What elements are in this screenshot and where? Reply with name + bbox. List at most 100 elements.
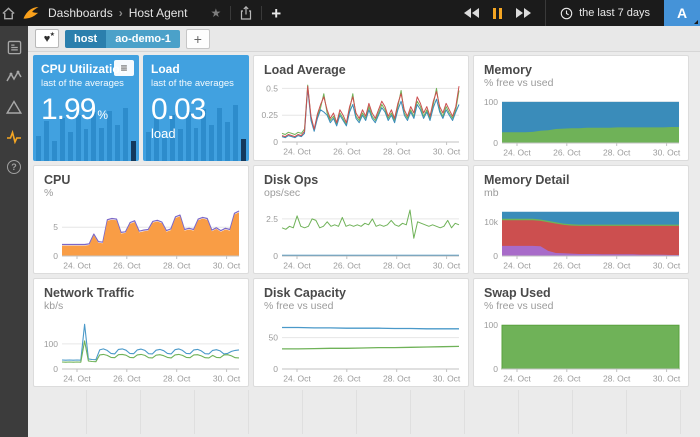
svg-text:0: 0: [493, 251, 498, 261]
time-range-selector[interactable]: the last 7 days: [545, 0, 664, 26]
svg-text:0.5: 0.5: [266, 84, 278, 94]
top-bar: Dashboards › Host Agent ★ + the last 7 d…: [0, 0, 700, 26]
sidebar-item-dashboards[interactable]: [6, 39, 22, 55]
panel-memory[interactable]: Memory % free vs used 0 100 24. Oct 26. Oct…: [473, 55, 689, 161]
swap-used-chart: 010024. Oct26. Oct28. Oct30. Oct: [474, 315, 686, 386]
load-average-chart: 00.250.524. Oct26. Oct28. Oct30. Oct: [254, 78, 466, 159]
home-icon[interactable]: [0, 5, 16, 21]
svg-text:100: 100: [484, 320, 498, 330]
breadcrumb: Dashboards › Host Agent: [48, 6, 187, 20]
svg-text:24. Oct: 24. Oct: [503, 260, 531, 270]
svg-text:30. Oct: 30. Oct: [653, 147, 681, 157]
app-window: Dashboards › Host Agent ★ + the last 7 d…: [0, 0, 700, 437]
svg-text:24. Oct: 24. Oct: [63, 260, 91, 270]
panel-load-average[interactable]: Load Average 00.250.524. Oct26. Oct28. O…: [253, 55, 469, 161]
breadcrumb-current: Host Agent: [129, 6, 188, 20]
sidebar-item-help[interactable]: ?: [6, 159, 22, 175]
share-icon[interactable]: [231, 6, 261, 20]
filter-bar: ♥ ★ host ao-demo-1 +: [28, 26, 700, 52]
panel-subtitle: % free vs used: [484, 77, 678, 90]
cpu-utilization-tile[interactable]: ≡ CPU Utilization last of the averages 1…: [33, 55, 139, 161]
svg-text:5: 5: [53, 222, 58, 232]
memory-detail-chart: 010k24. Oct26. Oct28. Oct30. Oct: [474, 202, 686, 273]
panel-subtitle: kb/s: [44, 300, 238, 313]
topbar-actions: ★ +: [201, 5, 290, 22]
breadcrumb-separator-icon: ›: [119, 6, 123, 20]
tile-subtitle: last of the averages: [151, 78, 241, 89]
svg-text:30. Oct: 30. Oct: [653, 373, 681, 383]
svg-text:24. Oct: 24. Oct: [503, 373, 531, 383]
svg-text:26. Oct: 26. Oct: [333, 373, 361, 383]
svg-text:26. Oct: 26. Oct: [333, 260, 361, 270]
favorite-star-icon[interactable]: ★: [201, 6, 230, 20]
big-number-tiles: ≡ CPU Utilization last of the averages 1…: [33, 55, 249, 161]
svg-text:26. Oct: 26. Oct: [113, 373, 141, 383]
favorite-filter-button[interactable]: ♥ ★: [35, 29, 59, 48]
svg-text:30. Oct: 30. Oct: [653, 260, 681, 270]
svg-text:26. Oct: 26. Oct: [553, 260, 581, 270]
rewind-icon[interactable]: [464, 8, 479, 18]
panel-disk-capacity[interactable]: Disk Capacity % free vs used 05024. Oct2…: [253, 278, 469, 387]
dashboard-grid: ≡ CPU Utilization last of the averages 1…: [33, 55, 700, 387]
network-traffic-chart: 010024. Oct26. Oct28. Oct30. Oct: [34, 315, 246, 386]
load-tile[interactable]: Load last of the averages 0.03 load: [143, 55, 249, 161]
panel-disk-ops[interactable]: Disk Ops ops/sec 02.524. Oct26. Oct28. O…: [253, 165, 469, 274]
svg-text:28. Oct: 28. Oct: [603, 373, 631, 383]
add-dashboard-icon[interactable]: +: [262, 5, 290, 22]
tile-unit: %: [97, 108, 108, 122]
add-filter-button[interactable]: +: [186, 29, 210, 49]
panel-title: Memory Detail: [484, 173, 678, 187]
svg-text:24. Oct: 24. Oct: [283, 147, 311, 157]
memory-chart: 0 100 24. Oct 26. Oct 28. Oct 30. Oct: [474, 92, 686, 160]
panel-cpu[interactable]: CPU % 0524. Oct26. Oct28. Oct30. Oct: [33, 165, 249, 274]
svg-text:0.25: 0.25: [261, 111, 278, 121]
svg-text:100: 100: [484, 96, 498, 106]
sidebar-item-appoptics-active[interactable]: [6, 129, 22, 145]
tag-value: ao-demo-1: [106, 30, 180, 48]
sidebar-item-metrics[interactable]: [6, 69, 22, 85]
svg-text:0: 0: [493, 364, 498, 374]
tile-value: 1.99: [41, 95, 95, 125]
sidebar-item-alerts[interactable]: [6, 99, 22, 115]
svg-text:28. Oct: 28. Oct: [603, 260, 631, 270]
panel-subtitle: % free vs used: [264, 300, 458, 313]
solarwinds-logo-icon[interactable]: [22, 5, 40, 21]
tile-subtitle: last of the averages: [41, 78, 131, 89]
panel-network-traffic[interactable]: Network Traffic kb/s 010024. Oct26. Oct2…: [33, 278, 249, 387]
panel-title: Memory: [484, 63, 678, 77]
disk-ops-chart: 02.524. Oct26. Oct28. Oct30. Oct: [254, 202, 466, 273]
tile-title: Load: [151, 62, 241, 76]
svg-text:30. Oct: 30. Oct: [433, 260, 461, 270]
svg-text:24. Oct: 24. Oct: [283, 373, 311, 383]
svg-text:24. Oct: 24. Oct: [63, 373, 91, 383]
svg-text:0: 0: [493, 138, 498, 148]
svg-text:0: 0: [273, 251, 278, 261]
svg-text:28. Oct: 28. Oct: [383, 260, 411, 270]
svg-text:24. Oct: 24. Oct: [503, 147, 531, 157]
cpu-chart: 0524. Oct26. Oct28. Oct30. Oct: [34, 202, 246, 273]
panel-subtitle: mb: [484, 187, 678, 200]
panel-swap-used[interactable]: Swap Used % free vs used 010024. Oct26. …: [473, 278, 689, 387]
help-icon: ?: [7, 160, 21, 174]
svg-text:100: 100: [44, 338, 58, 348]
topbar-right: the last 7 days A: [464, 0, 700, 26]
panel-title: Swap Used: [484, 286, 678, 300]
panel-subtitle: ops/sec: [264, 187, 458, 200]
tile-unit: load: [151, 126, 241, 141]
svg-text:28. Oct: 28. Oct: [383, 147, 411, 157]
svg-text:28. Oct: 28. Oct: [603, 147, 631, 157]
svg-text:0: 0: [273, 364, 278, 374]
user-avatar[interactable]: A: [664, 0, 700, 26]
tile-menu-icon[interactable]: ≡: [114, 60, 134, 76]
dashboard-content: ≡ CPU Utilization last of the averages 1…: [28, 52, 700, 437]
time-range-label: the last 7 days: [579, 7, 650, 19]
host-tag[interactable]: host ao-demo-1: [65, 30, 180, 48]
fast-forward-icon[interactable]: [516, 8, 531, 18]
svg-text:0: 0: [53, 364, 58, 374]
panel-title: Load Average: [264, 63, 458, 77]
breadcrumb-dashboards[interactable]: Dashboards: [48, 6, 113, 20]
sidebar-nav: ?: [0, 26, 28, 437]
panel-memory-detail[interactable]: Memory Detail mb 010k24. Oct26. Oct28. O…: [473, 165, 689, 274]
svg-text:26. Oct: 26. Oct: [553, 147, 581, 157]
pause-icon[interactable]: [493, 8, 502, 19]
